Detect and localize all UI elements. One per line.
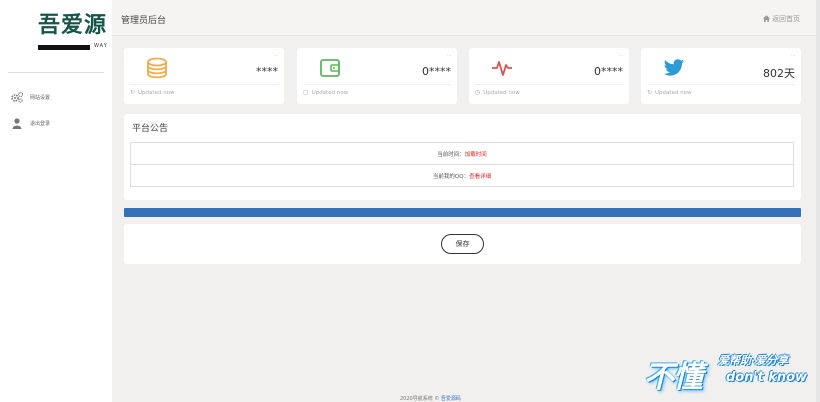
twitter-icon	[663, 57, 685, 83]
stat-value: 802天	[763, 67, 795, 80]
sidebar-divider	[8, 72, 104, 73]
logo-subtext: WAY	[94, 43, 108, 49]
user-icon	[10, 117, 24, 129]
card-divider	[130, 84, 278, 85]
notice-table: 当前时间：加载时间 当前我的QQ：查看详细	[130, 142, 794, 187]
home-icon	[763, 14, 770, 24]
table-cell: 当前我的QQ：查看详细	[130, 164, 794, 187]
pulse-icon	[491, 57, 513, 83]
stat-footer: ↻ Updated now	[647, 89, 692, 96]
row-label: 当前时间：	[437, 151, 465, 158]
sidebar-item-label: 退出登录	[30, 120, 51, 127]
top-bar: 管理员后台 返回首页	[112, 0, 816, 36]
stat-card-coins: ... **** ↻ Updated now	[124, 48, 284, 104]
watermark-logo: 不懂 爱帮助·爱分享 don't know	[644, 350, 814, 395]
watermark-english: don't know	[726, 370, 808, 385]
stat-small-label: ...	[619, 52, 623, 57]
stat-small-label: ...	[274, 52, 278, 57]
card-divider	[303, 84, 451, 85]
table-row: 当前我的QQ：查看详细	[130, 164, 794, 187]
sidebar-item-label: 网站设置	[30, 94, 51, 101]
stat-updated: Updated now	[483, 89, 520, 96]
home-link-label: 返回首页	[772, 15, 800, 23]
logo-text: 吾爱源	[38, 12, 108, 38]
stat-footer: ▢ Updated now	[303, 89, 348, 96]
stat-card-pulse: ... 0**** ◷ Updated now	[469, 48, 629, 104]
coins-icon	[146, 57, 168, 83]
stat-updated: Updated now	[138, 89, 175, 96]
stat-value: 0****	[422, 65, 451, 78]
footer: 2020导航系统 © 吾爱源码	[400, 395, 461, 402]
stat-small-label: ...	[791, 52, 795, 57]
sidebar: 吾爱源 WAY 网站设置 退出登录	[0, 0, 112, 402]
progress-bar	[124, 208, 801, 217]
stat-footer: ↻ Updated now	[130, 89, 175, 96]
calendar-icon: ▢	[303, 89, 309, 96]
logo[interactable]: 吾爱源 WAY	[38, 10, 112, 54]
card-divider	[475, 84, 623, 85]
refresh-icon: ↻	[130, 89, 136, 96]
clock-icon: ◷	[475, 89, 481, 96]
stat-footer: ◷ Updated now	[475, 89, 520, 96]
sidebar-item-logout[interactable]: 退出登录	[10, 117, 50, 129]
page-title: 管理员后台	[121, 16, 167, 26]
watermark-slogan: 爱帮助·爱分享	[718, 354, 789, 367]
footer-link[interactable]: 吾爱源码	[441, 396, 461, 402]
footer-text: 2020导航系统 ©	[400, 396, 441, 402]
row-value-link[interactable]: 查看详细	[469, 174, 491, 180]
save-button[interactable]: 保存	[441, 234, 484, 254]
stat-value: ****	[256, 65, 278, 78]
wallet-icon	[319, 57, 341, 83]
stat-card-twitter: ... 802天 ↻ Updated now	[641, 48, 801, 104]
row-label: 当前我的QQ：	[432, 173, 470, 180]
stat-value: 0****	[594, 65, 623, 78]
table-cell: 当前时间：加载时间	[130, 142, 794, 165]
notice-title: 平台公告	[132, 124, 169, 134]
stat-updated: Updated now	[311, 89, 349, 96]
home-link[interactable]: 返回首页	[763, 14, 800, 24]
stat-small-label: ...	[447, 52, 451, 57]
card-divider	[647, 84, 795, 85]
notice-panel: 平台公告 当前时间：加载时间 当前我的QQ：查看详细	[124, 114, 801, 200]
stat-card-wallet: ... 0**** ▢ Updated now	[297, 48, 457, 104]
refresh-icon: ↻	[647, 89, 653, 96]
logo-underline	[38, 45, 90, 50]
sidebar-item-site-settings[interactable]: 网站设置	[10, 91, 50, 103]
save-panel: 保存	[124, 224, 801, 264]
row-value-link[interactable]: 加载时间	[465, 152, 487, 158]
scrollbar[interactable]	[816, 0, 820, 402]
gears-icon	[10, 91, 24, 103]
stat-updated: Updated now	[655, 89, 692, 96]
watermark-big-text: 不懂	[644, 360, 703, 395]
table-row: 当前时间：加载时间	[130, 142, 794, 165]
